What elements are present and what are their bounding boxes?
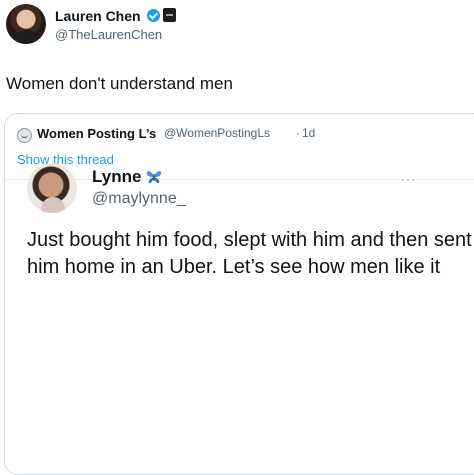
author-name[interactable]: Lauren Chen bbox=[55, 8, 141, 24]
quoted-timestamp[interactable]: 1d bbox=[302, 126, 315, 140]
embedded-tweet-text: Just bought him food, slept with him and… bbox=[27, 229, 472, 278]
embedded-author-name: Lynne bbox=[92, 167, 142, 186]
embedded-author-handle: @maylynne_ bbox=[92, 190, 186, 207]
butterfly-icon bbox=[146, 171, 162, 184]
quoted-author-avatar bbox=[17, 128, 32, 143]
affiliate-badge-icon[interactable] bbox=[163, 8, 176, 22]
author-avatar[interactable] bbox=[6, 4, 46, 44]
timestamp-separator: · bbox=[296, 126, 300, 140]
show-thread-link[interactable]: Show this thread bbox=[17, 152, 114, 167]
author-handle[interactable]: @TheLaurenChen bbox=[55, 27, 162, 42]
embedded-author-avatar bbox=[27, 163, 77, 213]
quoted-author-handle: @WomenPostingLs bbox=[164, 126, 271, 140]
more-options-icon: ··· bbox=[401, 172, 416, 186]
quoted-tweet-card[interactable]: Women Posting L’s @WomenPostingLs · 1d S… bbox=[4, 113, 474, 475]
tweet-text: Women don't understand men bbox=[6, 74, 233, 93]
tweet: Lauren Chen @TheLaurenChen Women don't u… bbox=[0, 0, 474, 475]
verified-badge-icon bbox=[147, 9, 160, 22]
quoted-author-name: Women Posting L’s bbox=[37, 126, 157, 141]
